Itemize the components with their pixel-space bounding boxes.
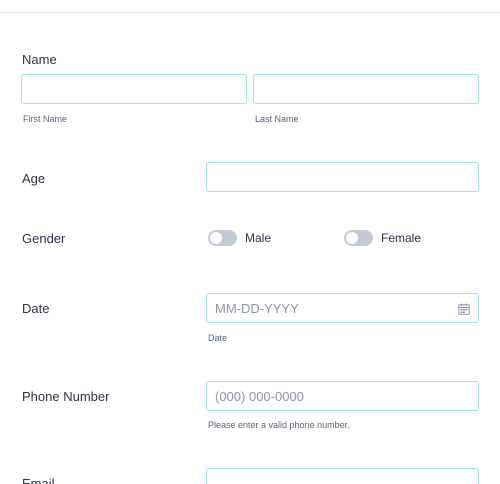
gender-female-label[interactable]: Female [381,231,421,245]
calendar-icon[interactable] [458,303,470,315]
date-input[interactable] [206,293,479,323]
gender-male-label[interactable]: Male [245,231,271,245]
last-name-sublabel: Last Name [255,114,299,124]
gender-female-toggle[interactable] [344,230,373,246]
email-label: Email [22,476,55,484]
date-sublabel: Date [208,333,228,343]
phone-sublabel: Please enter a valid phone number. [208,420,350,430]
age-input[interactable] [206,162,479,192]
toggle-knob [346,232,358,244]
last-name-input[interactable] [253,74,479,104]
name-label: Name [22,52,57,67]
gender-label: Gender [22,231,66,246]
gender-male-toggle[interactable] [208,230,237,246]
age-label: Age [22,171,46,186]
date-label: Date [22,301,50,316]
phone-label: Phone Number [22,389,110,404]
first-name-input[interactable] [21,74,247,104]
phone-input[interactable] [206,381,479,411]
email-input[interactable] [206,468,479,484]
toggle-knob [210,232,222,244]
top-divider [0,12,500,13]
first-name-sublabel: First Name [23,114,68,124]
